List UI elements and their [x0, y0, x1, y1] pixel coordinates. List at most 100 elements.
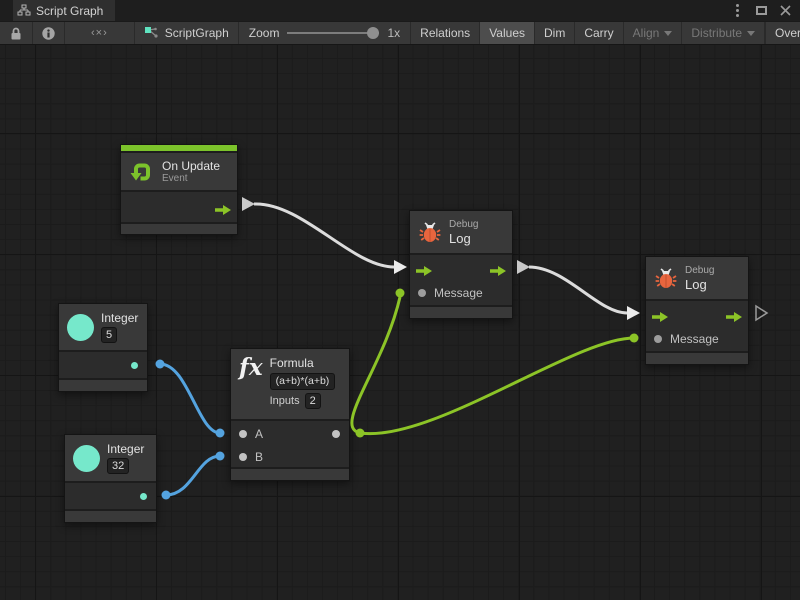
info-icon: [41, 26, 56, 41]
node-title: On Update: [162, 159, 220, 173]
wire-flow-1[interactable]: [254, 204, 394, 267]
maximize-icon[interactable]: [754, 4, 768, 18]
flow-output-port[interactable]: [490, 263, 506, 281]
flow-source-triangle[interactable]: [242, 197, 255, 211]
window-menu-icon[interactable]: [730, 4, 744, 18]
graph-asset-button[interactable]: ScriptGraph: [135, 22, 239, 44]
script-graph-window: Script Graph ‹×›: [0, 0, 800, 600]
values-label: Values: [489, 26, 525, 40]
inputs-count-field[interactable]: 2: [305, 393, 321, 409]
graph-toolbar: ‹×› ScriptGraph Zoom 1x Relations Values…: [0, 22, 800, 45]
node-formula[interactable]: fx Formula (a+b)*(a+b) Inputs 2 A: [230, 348, 350, 481]
relations-toggle[interactable]: Relations: [411, 22, 480, 44]
loop-arrow-icon: [129, 159, 155, 185]
input-port-b[interactable]: [239, 453, 247, 461]
node-debug-log-2[interactable]: Debug Log Message: [645, 256, 749, 365]
value-wire-endpoint: [216, 452, 225, 461]
zoom-slider[interactable]: [287, 26, 379, 40]
distribute-dropdown[interactable]: Distribute: [682, 22, 765, 44]
align-label: Align: [633, 26, 660, 40]
node-footer: [646, 353, 748, 364]
code-view-button[interactable]: ‹×›: [65, 22, 135, 44]
value-output-port[interactable]: [332, 430, 340, 438]
flow-output-port[interactable]: [215, 202, 231, 220]
dim-toggle[interactable]: Dim: [535, 22, 575, 44]
tab-script-graph[interactable]: Script Graph: [13, 0, 115, 21]
tab-title: Script Graph: [36, 4, 103, 18]
node-footer: [121, 224, 237, 234]
graph-canvas[interactable]: On Update Event Integer 5: [0, 45, 800, 600]
node-footer: [231, 469, 349, 480]
flow-input-port[interactable]: [416, 263, 432, 281]
node-footer: [59, 380, 147, 391]
node-debug-log-1[interactable]: Debug Log Message: [409, 210, 513, 319]
flow-row: [410, 255, 512, 281]
code-icon: ‹×›: [91, 27, 108, 39]
caret-down-icon: [747, 31, 755, 36]
integer-icon: [73, 445, 100, 472]
port-a-label: A: [255, 427, 263, 441]
carry-label: Carry: [584, 26, 613, 40]
wire-flow-2[interactable]: [529, 267, 627, 313]
zoom-slider-handle[interactable]: [367, 27, 379, 39]
port-row-b: B: [231, 447, 349, 467]
zoom-label: Zoom: [249, 26, 280, 40]
wire-integer32-to-b[interactable]: [166, 456, 220, 495]
graph-name: ScriptGraph: [165, 26, 229, 40]
integer-value-field[interactable]: 5: [101, 327, 117, 343]
integer-value-field[interactable]: 32: [107, 458, 129, 474]
tab-bar-right: [115, 0, 800, 21]
value-output-port[interactable]: [140, 493, 147, 500]
zoom-value: 1x: [387, 26, 400, 40]
message-input-port[interactable]: [654, 335, 662, 343]
flow-arrowhead: [627, 306, 640, 320]
caret-down-icon: [664, 31, 672, 36]
input-port-a[interactable]: [239, 430, 247, 438]
value-wire-endpoint: [156, 360, 165, 369]
message-row: Message: [646, 327, 748, 351]
overview-label: Overview: [775, 26, 800, 40]
zoom-control: Zoom 1x: [239, 22, 411, 44]
port-b-label: B: [255, 450, 263, 464]
wire-value-to-debug1[interactable]: [352, 297, 400, 433]
carry-toggle[interactable]: Carry: [575, 22, 623, 44]
node-title: Integer: [107, 442, 144, 456]
graph-hierarchy-icon: [17, 4, 31, 17]
unconnected-flow-triangle[interactable]: [756, 306, 767, 320]
formula-fx-icon: fx: [239, 356, 263, 379]
close-icon[interactable]: [778, 4, 792, 18]
debug-bug-icon: [654, 266, 678, 290]
node-footer: [65, 511, 156, 522]
node-on-update[interactable]: On Update Event: [120, 144, 238, 235]
event-accent-bar: [121, 145, 237, 151]
flow-source-triangle[interactable]: [517, 260, 530, 274]
value-wire-endpoint: [356, 429, 365, 438]
flow-arrowhead: [394, 260, 407, 274]
tab-bar: Script Graph: [0, 0, 800, 22]
flow-input-port[interactable]: [652, 309, 668, 327]
overview-button[interactable]: Overview: [766, 22, 800, 44]
node-integer-32[interactable]: Integer 32: [64, 434, 157, 523]
wire-integer5-to-a[interactable]: [160, 364, 220, 433]
wire-value-to-debug2[interactable]: [360, 338, 634, 434]
lock-icon: [8, 26, 24, 41]
value-wire-endpoint: [630, 334, 639, 343]
values-toggle[interactable]: Values: [480, 22, 535, 44]
formula-expression-field[interactable]: (a+b)*(a+b): [270, 373, 336, 390]
integer-icon: [67, 314, 94, 341]
node-subtitle: Event: [162, 173, 220, 185]
node-title: Integer: [101, 311, 138, 325]
value-output-port[interactable]: [131, 362, 138, 369]
script-graph-icon: [144, 26, 159, 40]
value-wire-endpoint: [162, 491, 171, 500]
flow-output-port[interactable]: [726, 309, 742, 327]
node-footer: [410, 307, 512, 318]
node-title: Log: [449, 231, 478, 246]
node-integer-5[interactable]: Integer 5: [58, 303, 148, 392]
node-category: Debug: [685, 265, 714, 277]
dim-label: Dim: [544, 26, 565, 40]
info-button[interactable]: [33, 22, 65, 44]
lock-button[interactable]: [0, 22, 33, 44]
message-input-port[interactable]: [418, 289, 426, 297]
align-dropdown[interactable]: Align: [624, 22, 683, 44]
